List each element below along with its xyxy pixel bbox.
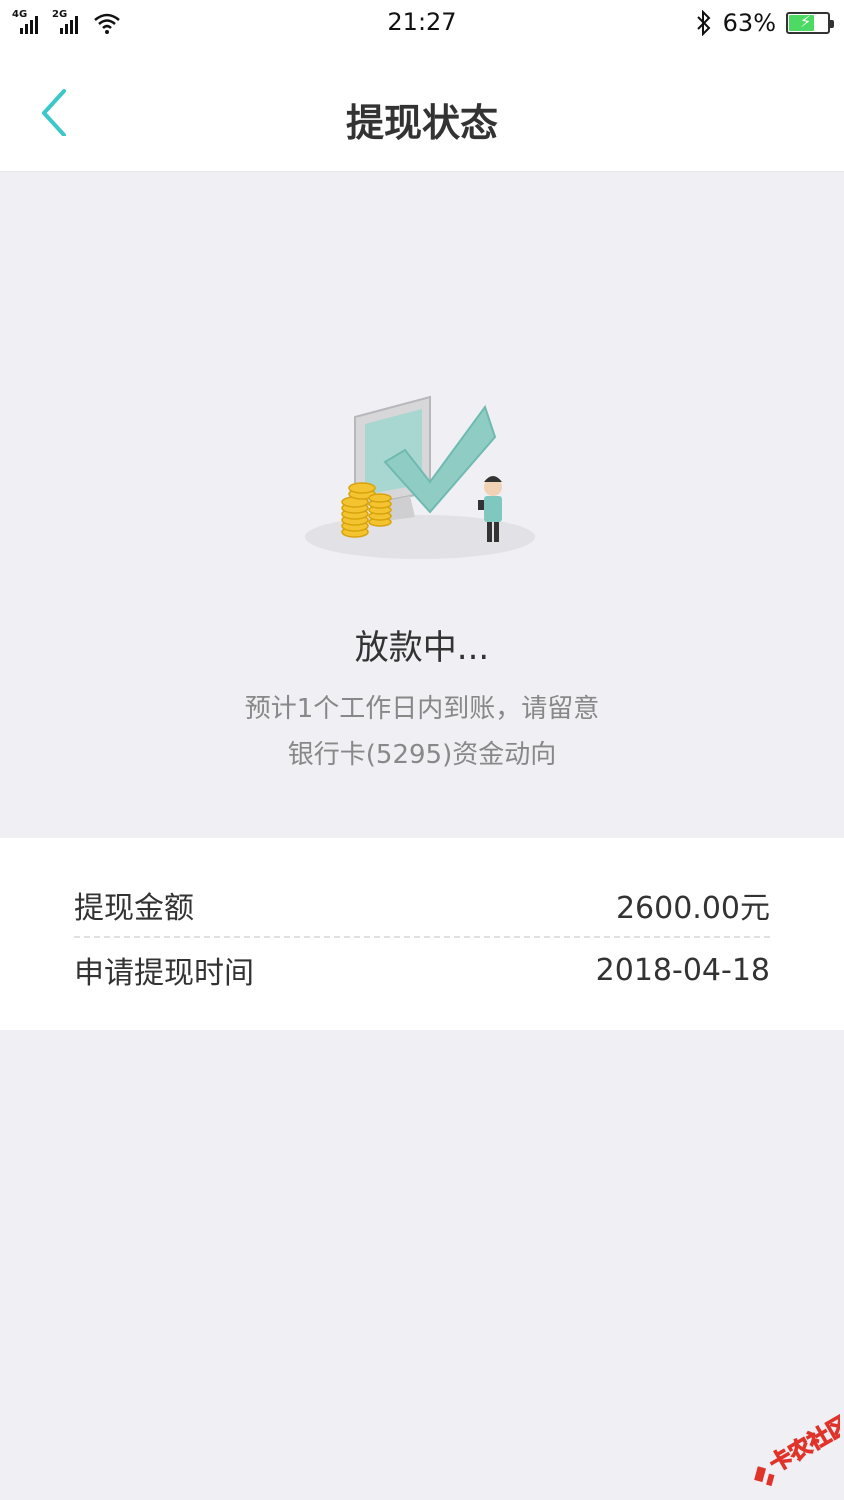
charging-bolt-icon: ⚡ xyxy=(800,12,812,31)
page-title: 提现状态 xyxy=(345,101,498,145)
battery-percent: 63% xyxy=(722,9,776,37)
status-description-line-2: 银行卡(5295)资金动向 xyxy=(287,740,557,770)
amount-label: 提现金额 xyxy=(74,891,194,926)
status-bar: 4G 2G 21:27 63% ⚡ xyxy=(0,0,844,46)
withdrawal-illustration xyxy=(305,395,535,559)
apply-date-value: 2018-04-18 xyxy=(595,952,770,988)
status-bar-right: 63% ⚡ xyxy=(695,8,834,38)
status-description-line-1: 预计1个工作日内到账，请留意 xyxy=(244,694,600,724)
navigation-bar: 提现状态 xyxy=(0,46,844,172)
status-description: 预计1个工作日内到账，请留意 银行卡(5295)资金动向 xyxy=(0,686,844,778)
apply-date-label: 申请提现时间 xyxy=(74,956,254,991)
bluetooth-icon xyxy=(696,10,711,36)
status-title: 放款中... xyxy=(354,628,490,668)
amount-value: 2600.00元 xyxy=(615,891,770,926)
status-hero: 放款中... 预计1个工作日内到账，请留意 银行卡(5295)资金动向 xyxy=(0,172,844,838)
amount-row: 提现金额 2600.00元 xyxy=(74,874,770,938)
withdrawal-details-card: 提现金额 2600.00元 申请提现时间 2018-04-18 xyxy=(0,838,844,1030)
apply-date-row: 申请提现时间 2018-04-18 xyxy=(74,938,770,1002)
watermark-logo: 卡农社区 xyxy=(754,1410,840,1486)
watermark-text: 卡农社区 xyxy=(765,1411,840,1478)
battery-icon: ⚡ xyxy=(786,12,834,34)
